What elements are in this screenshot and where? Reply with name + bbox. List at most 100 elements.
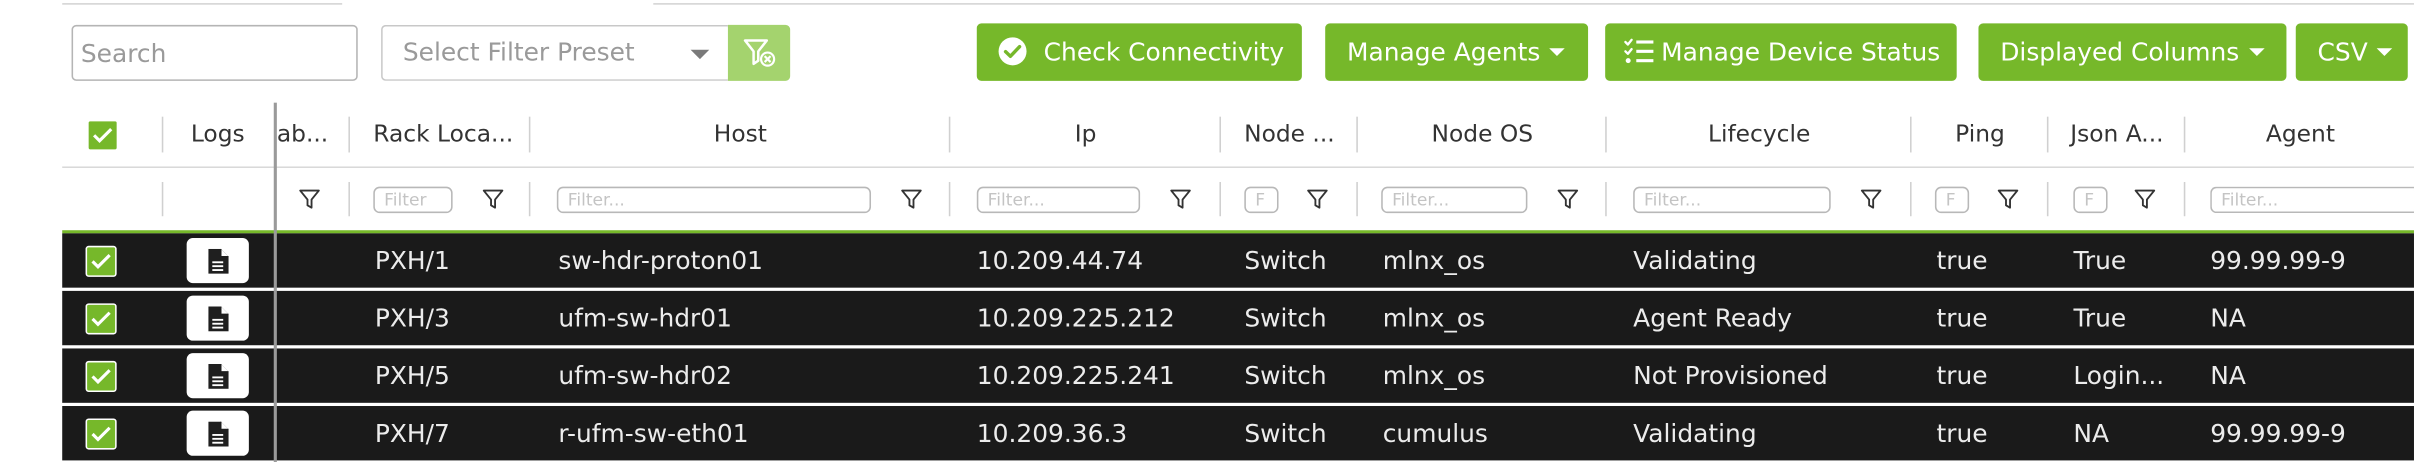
csv-label: CSV (2317, 37, 2368, 67)
filter-icon[interactable] (1860, 188, 1882, 210)
rack-location-filter-input[interactable]: Filter (373, 186, 453, 214)
cell-node-os: mlnx_os (1382, 360, 1486, 391)
document-icon (208, 364, 229, 389)
cell-ping: true (1936, 418, 1988, 449)
table-row[interactable]: PXH/3 ufm-sw-hdr01 10.209.225.212 Switch… (62, 290, 2414, 346)
search-input[interactable] (71, 24, 358, 81)
filter-icon[interactable] (299, 188, 321, 210)
column-separator (948, 182, 951, 217)
column-separator (2046, 182, 2049, 217)
cell-lifecycle: Agent Ready (1633, 303, 1793, 333)
column-header-label[interactable]: ab... (277, 103, 349, 167)
checkbox-checked-icon (93, 128, 113, 143)
column-separator[interactable] (1356, 116, 1358, 153)
table-row[interactable]: PXH/7 r-ufm-sw-eth01 10.209.36.3 Switch … (62, 406, 2414, 461)
node-type-filter-input[interactable]: F (1244, 186, 1279, 214)
cell-host: r-ufm-sw-eth01 (558, 418, 749, 449)
column-separator[interactable] (1910, 116, 1912, 153)
cell-ip: 10.209.225.212 (976, 303, 1175, 333)
filter-remove-button[interactable] (727, 24, 791, 81)
column-separator[interactable] (2046, 116, 2049, 153)
chevron-down-icon (2376, 48, 2393, 57)
displayed-columns-button[interactable]: Displayed Columns (1978, 23, 2287, 81)
cell-rack-location: PXH/5 (374, 360, 450, 391)
cell-node-type: Switch (1244, 245, 1327, 276)
column-separator[interactable] (161, 116, 164, 153)
ping-filter-input[interactable]: F (1934, 186, 1970, 214)
column-header-host[interactable]: Host (532, 103, 949, 167)
column-separator[interactable] (2183, 116, 2186, 153)
column-separator[interactable] (528, 116, 531, 153)
check-connectivity-button[interactable]: Check Connectivity (976, 23, 1302, 81)
column-header-ip[interactable]: Ip (952, 103, 1220, 167)
grid-filter-row: Filter Filter... Filter... F Filter... F… (62, 168, 2414, 234)
cell-host: ufm-sw-hdr02 (558, 360, 732, 391)
row-logs-button[interactable] (186, 410, 249, 456)
manage-device-status-button[interactable]: Manage Device Status (1605, 23, 1957, 81)
column-separator (348, 182, 350, 217)
chevron-down-icon (1549, 48, 1565, 57)
row-logs-button[interactable] (186, 353, 249, 399)
checkbox-checked-icon (91, 369, 111, 385)
row-select-checkbox[interactable] (85, 418, 117, 450)
host-filter-input[interactable]: Filter... (556, 186, 872, 214)
cell-rack-location: PXH/3 (374, 303, 450, 333)
cell-node-os: cumulus (1382, 418, 1488, 449)
column-header-agent[interactable]: Agent (2187, 103, 2414, 167)
lifecycle-filter-input[interactable]: Filter... (1633, 186, 1831, 214)
cell-lifecycle: Validating (1633, 418, 1757, 449)
document-icon (208, 248, 229, 274)
table-row[interactable]: PXH/1 sw-hdr-proton01 10.209.44.74 Switc… (62, 233, 2414, 288)
manage-agents-label: Manage Agents (1346, 37, 1541, 67)
filter-icon[interactable] (901, 188, 923, 210)
column-separator[interactable] (948, 116, 951, 153)
table-row[interactable]: PXH/5 ufm-sw-hdr02 10.209.225.241 Switch… (62, 348, 2414, 403)
filter-icon[interactable] (2134, 188, 2156, 210)
row-logs-button[interactable] (186, 238, 249, 284)
cell-agent: NA (2210, 360, 2246, 391)
cell-ip: 10.209.36.3 (976, 418, 1128, 449)
cell-rack-location: PXH/1 (374, 245, 450, 276)
frozen-column-divider (273, 102, 277, 462)
column-separator (1605, 182, 1607, 217)
row-select-checkbox[interactable] (85, 303, 117, 335)
column-header-node-type[interactable]: Node ... (1223, 103, 1357, 167)
column-separator (161, 182, 164, 217)
cell-json-api: True (2073, 245, 2127, 276)
json-api-filter-input[interactable]: F (2073, 186, 2108, 214)
filter-icon[interactable] (1170, 188, 1192, 210)
filter-preset-select[interactable]: Select Filter Preset (381, 24, 728, 81)
agent-filter-input[interactable]: Filter... (2210, 186, 2414, 214)
column-header-rack-location[interactable]: Rack Loca... (373, 103, 529, 167)
column-separator (1910, 182, 1912, 217)
ip-filter-input[interactable]: Filter... (976, 186, 1141, 214)
column-header-node-os[interactable]: Node OS (1359, 103, 1605, 167)
csv-export-button[interactable]: CSV (2295, 23, 2408, 81)
filter-icon[interactable] (1557, 188, 1579, 210)
filter-preset-placeholder: Select Filter Preset (402, 37, 635, 67)
column-header-logs[interactable]: Logs (165, 103, 271, 167)
cell-lifecycle: Not Provisioned (1633, 360, 1828, 391)
cell-ping: true (1936, 303, 1988, 333)
column-header-ping[interactable]: Ping (1913, 103, 2047, 167)
column-separator (2183, 182, 2186, 217)
manage-agents-button[interactable]: Manage Agents (1325, 23, 1589, 81)
select-all-checkbox[interactable] (87, 119, 119, 151)
cell-rack-location: PXH/7 (374, 418, 450, 449)
chevron-down-icon (690, 49, 710, 60)
node-os-filter-input[interactable]: Filter... (1381, 186, 1528, 214)
filter-icon[interactable] (482, 188, 504, 210)
cell-lifecycle: Validating (1633, 245, 1757, 276)
column-separator[interactable] (348, 116, 350, 153)
column-header-json-api[interactable]: Json A... (2050, 103, 2184, 167)
checklist-icon (1624, 38, 1654, 64)
filter-icon[interactable] (1997, 188, 2019, 210)
check-circle-icon (998, 37, 1027, 66)
column-separator[interactable] (1219, 116, 1221, 153)
row-select-checkbox[interactable] (85, 245, 117, 277)
row-select-checkbox[interactable] (85, 360, 117, 393)
row-logs-button[interactable] (186, 295, 249, 341)
column-header-lifecycle[interactable]: Lifecycle (1608, 103, 1910, 167)
filter-icon[interactable] (1307, 188, 1329, 210)
column-separator[interactable] (1605, 116, 1607, 153)
